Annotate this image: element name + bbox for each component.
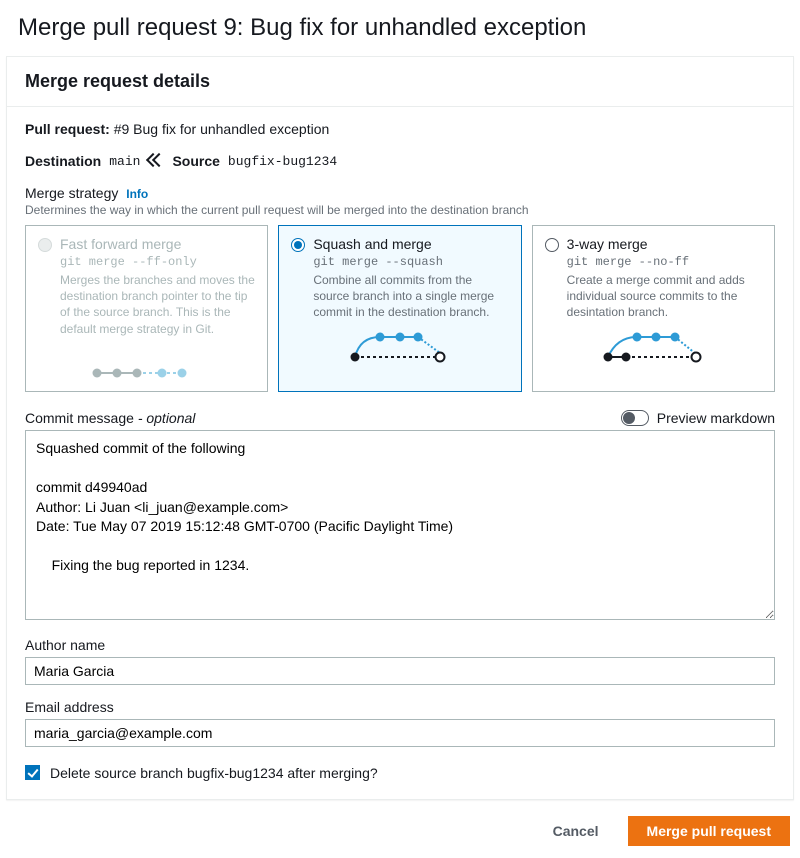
merge-strategy-label: Merge strategy Info — [25, 185, 775, 201]
source-label: Source — [172, 153, 219, 169]
source-branch: bugfix-bug1234 — [228, 154, 337, 169]
author-name-input[interactable] — [25, 657, 775, 685]
merge-button[interactable]: Merge pull request — [628, 816, 790, 846]
diagram-fast-forward-icon — [87, 345, 207, 381]
commit-message-label: Commit message - optional — [25, 410, 195, 426]
strategy-title: Squash and merge — [313, 236, 431, 252]
author-name-label: Author name — [25, 637, 775, 653]
strategy-desc: Combine all commits from the source bran… — [313, 272, 508, 321]
preview-markdown-label: Preview markdown — [657, 410, 775, 426]
pull-request-line: Pull request: #9 Bug fix for unhandled e… — [25, 121, 775, 137]
diagram-3way-icon — [593, 329, 713, 365]
email-label: Email address — [25, 699, 775, 715]
preview-markdown-toggle[interactable]: Preview markdown — [621, 410, 775, 426]
cancel-button[interactable]: Cancel — [534, 816, 618, 846]
footer-actions: Cancel Merge pull request — [0, 800, 800, 858]
radio-squash[interactable] — [291, 238, 305, 252]
merge-details-panel: Merge request details Pull request: #9 B… — [6, 56, 794, 800]
destination-label: Destination — [25, 153, 101, 169]
strategy-cmd: git merge --squash — [313, 255, 508, 269]
branch-flow: Destination main Source bugfix-bug1234 — [25, 153, 775, 169]
commit-message-input[interactable] — [25, 430, 775, 620]
destination-branch: main — [109, 154, 140, 169]
delete-branch-checkbox[interactable] — [25, 765, 40, 780]
pull-request-label: Pull request: — [25, 121, 110, 137]
email-input[interactable] — [25, 719, 775, 747]
strategy-title: Fast forward merge — [60, 236, 181, 252]
strategy-fast-forward: Fast forward merge git merge --ff-only M… — [25, 225, 268, 392]
strategy-3way[interactable]: 3-way merge git merge --no-ff Create a m… — [532, 225, 775, 392]
strategy-desc: Create a merge commit and adds individua… — [567, 272, 762, 321]
delete-branch-label: Delete source branch bugfix-bug1234 afte… — [50, 765, 378, 781]
diagram-squash-icon — [340, 329, 460, 365]
radio-fast-forward — [38, 238, 52, 252]
merge-strategy-options: Fast forward merge git merge --ff-only M… — [25, 225, 775, 392]
strategy-cmd: git merge --ff-only — [60, 255, 255, 269]
panel-title: Merge request details — [7, 57, 793, 107]
page-title: Merge pull request 9: Bug fix for unhand… — [0, 0, 800, 56]
radio-3way[interactable] — [545, 238, 559, 252]
strategy-title: 3-way merge — [567, 236, 648, 252]
toggle-icon[interactable] — [621, 410, 649, 426]
chevron-left-double-icon — [148, 154, 164, 168]
merge-strategy-help: Determines the way in which the current … — [25, 203, 775, 217]
strategy-squash[interactable]: Squash and merge git merge --squash Comb… — [278, 225, 521, 392]
info-link[interactable]: Info — [126, 187, 148, 201]
strategy-desc: Merges the branches and moves the destin… — [60, 272, 255, 337]
pull-request-text: #9 Bug fix for unhandled exception — [114, 121, 330, 137]
strategy-cmd: git merge --no-ff — [567, 255, 762, 269]
